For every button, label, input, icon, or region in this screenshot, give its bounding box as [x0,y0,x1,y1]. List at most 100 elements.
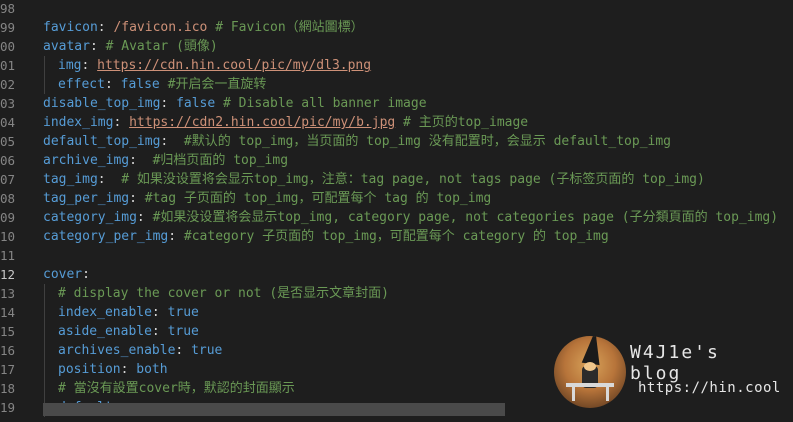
code-text[interactable]: effect: false #开启会一直旋转 [43,75,266,94]
code-text[interactable]: # 當沒有設置cover時，默認的封面顯示 [43,379,295,398]
yaml-key: img [58,58,82,73]
line-number: 08 [0,191,16,206]
comment-text: # Favicon（網站圖標） [215,20,364,35]
line-number: 16 [0,343,16,358]
line-number: 19 [0,400,16,415]
code-text[interactable]: category_per_img: #category 子页面的 top_img… [43,227,609,246]
yaml-key: favicon [43,20,98,35]
line-number: 10 [0,229,16,244]
punctuation: : [89,39,106,54]
code-line[interactable]: 02 effect: false #开启会一直旋转 [0,75,793,94]
punctuation: : [113,115,130,130]
code-line[interactable]: 01 img: https://cdn.hin.cool/pic/my/dl3.p… [0,56,793,75]
yaml-key: effect [58,77,105,92]
yaml-value: true [167,305,199,320]
indent-guide [44,284,45,417]
code-line[interactable]: 13 # display the cover or not (是否显示文章封面) [0,284,793,303]
url-link[interactable]: https://cdn2.hin.cool/pic/my/b.jpg [129,115,395,130]
comment-text: # 當沒有設置cover時，默認的封面顯示 [58,381,295,396]
punctuation: : [168,229,184,244]
line-number: 18 [0,381,16,396]
comment-text: #tag 子页面的 top_img，可配置每个 tag 的 top_img [144,191,492,206]
code-line[interactable]: 98 [0,0,793,18]
comment-text: #category 子页面的 top_img，可配置每个 category 的 … [183,229,609,244]
watermark-url: https://hin.cool [638,380,781,396]
yaml-key: aside_enable [58,324,152,339]
line-number: 03 [0,96,16,111]
comment-text: # display the cover or not (是否显示文章封面) [58,286,389,301]
code-line[interactable]: 05 default_top_img: #默认的 top_img，当页面的 top… [0,132,793,151]
code-text[interactable]: category_img: #如果没设置将会显示top_img, categor… [43,208,778,227]
code-text[interactable]: index_img: https://cdn2.hin.cool/pic/my/… [43,113,528,132]
url-link[interactable]: https://cdn.hin.cool/pic/my/dl3.png [97,58,371,73]
line-number: 99 [0,20,16,35]
line-number: 02 [0,77,16,92]
code-line[interactable]: 08 tag_per_img: #tag 子页面的 top_img，可配置每个 t… [0,189,793,208]
punctuation: : [97,172,122,187]
code-text[interactable]: aside_enable: true [43,322,199,341]
blog-watermark: W4J1e's blog https://hin.cool [554,334,784,414]
current-line-highlight [43,403,505,416]
punctuation: : [129,153,153,168]
code-text[interactable]: archives_enable: true [43,341,222,360]
code-text[interactable]: img: https://cdn.hin.cool/pic/my/dl3.png [43,56,371,75]
yaml-value: true [191,343,223,358]
code-text[interactable]: default_top_img: #默认的 top_img，当页面的 top_i… [43,132,671,151]
avatar-bench-leg [572,387,575,401]
code-text[interactable]: # display the cover or not (是否显示文章封面) [43,284,389,303]
comment-text: # 如果没设置将会显示top_img，注意：tag page, not tags… [121,172,705,187]
yaml-key: index_enable [58,305,152,320]
comment-text: #归档页面的 top_img [152,153,289,168]
code-text[interactable]: archive_img: #归档页面的 top_img [43,151,288,170]
line-number: 15 [0,324,16,339]
code-line[interactable]: 14 index_enable: true [0,303,793,322]
punctuation: : [104,77,121,92]
yaml-key: category_img [43,210,137,225]
code-line[interactable]: 03 disable_top_img: false # Disable all b… [0,94,793,113]
punctuation: : [120,362,137,377]
code-line[interactable]: 00 avatar: # Avatar (頭像) [0,37,793,56]
code-text[interactable]: cover: [43,265,90,284]
yaml-key: archive_img [43,153,130,168]
line-number: 07 [0,172,16,187]
code-text[interactable]: disable_top_img: false # Disable all ban… [43,94,427,113]
line-number: 12 [0,267,16,282]
yaml-value: false [176,96,224,111]
line-number: 05 [0,134,16,149]
yaml-key: position [58,362,121,377]
punctuation: : [160,134,184,149]
line-number: 04 [0,115,16,130]
punctuation: : [129,191,145,206]
punctuation: : [82,267,90,282]
comment-text: # Disable all banner image [223,96,427,111]
yaml-value: true [167,324,199,339]
code-line[interactable]: 06 archive_img: #归档页面的 top_img [0,151,793,170]
code-line[interactable]: 04 index_img: https://cdn2.hin.cool/pic/m… [0,113,793,132]
code-text[interactable]: position: both [43,360,168,379]
line-number: 14 [0,305,16,320]
line-number: 98 [0,1,16,16]
yaml-value: false [120,77,168,92]
code-line[interactable]: 09 category_img: #如果没设置将会显示top_img, categ… [0,208,793,227]
code-text[interactable]: favicon: /favicon.ico # Favicon（網站圖標） [43,18,364,37]
avatar-image [554,336,626,408]
code-line[interactable]: 12 cover: [0,265,793,284]
yaml-key: default_top_img [43,134,161,149]
punctuation: : [81,58,98,73]
code-text[interactable]: tag_img: # 如果没设置将会显示top_img，注意：tag page,… [43,170,705,189]
code-line[interactable]: 07 tag_img: # 如果没设置将会显示top_img，注意：tag pag… [0,170,793,189]
yaml-key: tag_img [43,172,98,187]
avatar-bench-leg [606,387,609,401]
string-value: /favicon.ico [113,20,216,35]
code-line[interactable]: 11 [0,246,793,265]
yaml-key: tag_per_img [43,191,130,206]
code-line[interactable]: 10 category_per_img: #category 子页面的 top_i… [0,227,793,246]
code-line[interactable]: 99 favicon: /favicon.ico # Favicon（網站圖標） [0,18,793,37]
code-text[interactable]: index_enable: true [43,303,199,322]
indent-guide [44,56,45,94]
code-text[interactable]: avatar: # Avatar (頭像) [43,37,218,56]
code-text[interactable]: tag_per_img: #tag 子页面的 top_img，可配置每个 tag… [43,189,491,208]
line-number: 00 [0,39,16,54]
line-number: 06 [0,153,16,168]
punctuation: : [151,305,168,320]
